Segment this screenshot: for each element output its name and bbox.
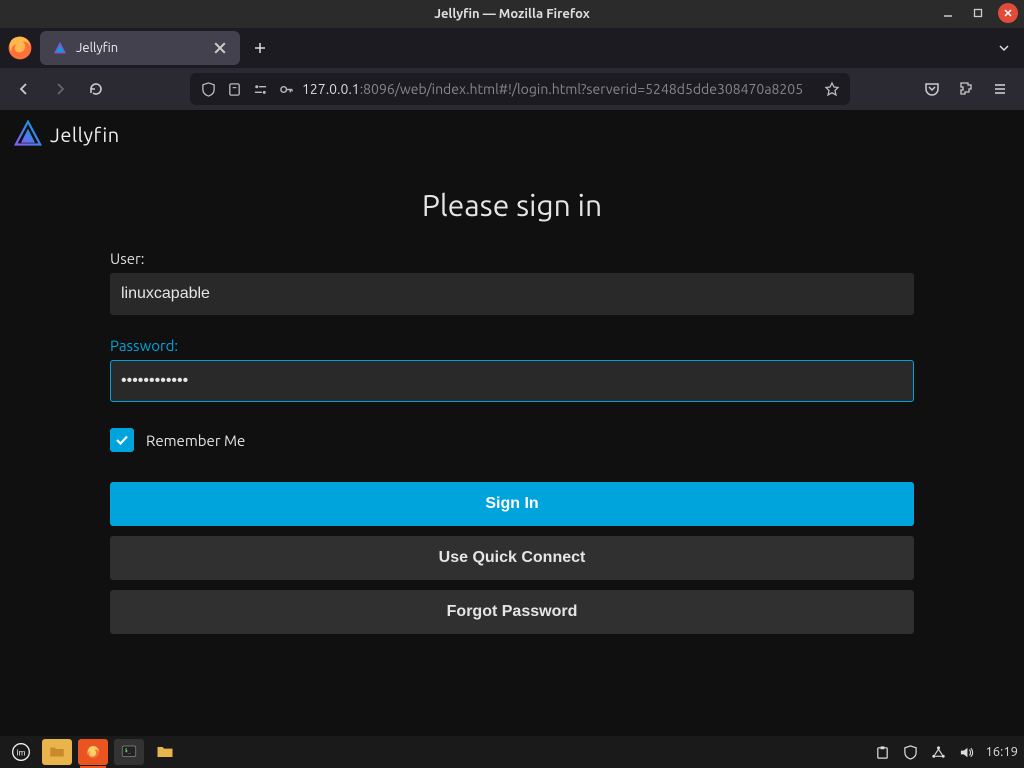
password-field: Password: bbox=[110, 337, 914, 402]
remember-me-checkbox[interactable] bbox=[110, 428, 134, 452]
extensions-icon[interactable] bbox=[950, 73, 982, 105]
taskbar-folder-icon[interactable] bbox=[150, 739, 180, 765]
new-tab-button[interactable] bbox=[246, 34, 274, 62]
tray-shield-icon[interactable] bbox=[901, 743, 919, 761]
page-info-icon[interactable] bbox=[222, 77, 246, 101]
tab-close-button[interactable] bbox=[212, 40, 228, 56]
svg-text:lm: lm bbox=[17, 747, 26, 757]
firefox-icon bbox=[6, 34, 34, 62]
jellyfin-header: Jellyfin bbox=[0, 110, 1024, 158]
remember-me-label: Remember Me bbox=[146, 432, 245, 449]
quick-connect-button[interactable]: Use Quick Connect bbox=[110, 536, 914, 580]
browser-tab[interactable]: Jellyfin bbox=[40, 31, 240, 65]
sign-in-button[interactable]: Sign In bbox=[110, 482, 914, 526]
url-text: 127.0.0.1:8096/web/index.html#!/login.ht… bbox=[302, 81, 816, 97]
remember-me-row: Remember Me bbox=[110, 428, 914, 452]
user-field: User: bbox=[110, 250, 914, 315]
window-close-button[interactable] bbox=[998, 3, 1018, 23]
app-menu-button[interactable] bbox=[984, 73, 1016, 105]
jellyfin-logo: Jellyfin bbox=[14, 120, 120, 148]
user-label: User: bbox=[110, 250, 914, 267]
start-menu-button[interactable]: lm bbox=[6, 739, 36, 765]
login-heading: Please sign in bbox=[110, 188, 914, 222]
window-maximize-button[interactable] bbox=[968, 3, 988, 23]
password-key-icon[interactable] bbox=[274, 77, 298, 101]
bookmark-star-icon[interactable] bbox=[820, 77, 844, 101]
window-minimize-button[interactable] bbox=[938, 3, 958, 23]
shield-icon[interactable] bbox=[196, 77, 220, 101]
network-icon[interactable] bbox=[929, 743, 947, 761]
pocket-icon[interactable] bbox=[916, 73, 948, 105]
window-title: Jellyfin — Mozilla Firefox bbox=[434, 7, 590, 21]
svg-text:$_: $_ bbox=[125, 748, 132, 754]
jellyfin-favicon-icon bbox=[52, 40, 68, 56]
taskbar-firefox-icon[interactable] bbox=[78, 739, 108, 765]
tab-title: Jellyfin bbox=[76, 41, 118, 55]
window-titlebar: Jellyfin — Mozilla Firefox bbox=[0, 0, 1024, 28]
taskbar-files-icon[interactable] bbox=[42, 739, 72, 765]
check-icon bbox=[114, 432, 130, 448]
volume-icon[interactable] bbox=[957, 743, 975, 761]
jellyfin-brand: Jellyfin bbox=[50, 123, 120, 146]
taskbar-clock[interactable]: 16:19 bbox=[985, 745, 1018, 759]
url-path: :8096/web/index.html#!/login.html?server… bbox=[360, 81, 803, 97]
clipboard-icon[interactable] bbox=[873, 743, 891, 761]
forgot-password-button[interactable]: Forgot Password bbox=[110, 590, 914, 634]
permissions-icon[interactable] bbox=[248, 77, 272, 101]
password-input[interactable] bbox=[110, 360, 914, 402]
nav-back-button[interactable] bbox=[8, 73, 40, 105]
password-label: Password: bbox=[110, 337, 914, 354]
tabs-dropdown-button[interactable] bbox=[990, 34, 1018, 62]
login-form: Please sign in User: Password: Remember … bbox=[110, 188, 914, 644]
jellyfin-logo-icon bbox=[14, 120, 42, 148]
url-host: 127.0.0.1 bbox=[302, 81, 360, 97]
nav-forward-button[interactable] bbox=[44, 73, 76, 105]
browser-tabstrip: Jellyfin bbox=[0, 28, 1024, 68]
taskbar-terminal-icon[interactable]: $_ bbox=[114, 739, 144, 765]
url-bar[interactable]: 127.0.0.1:8096/web/index.html#!/login.ht… bbox=[190, 73, 850, 105]
desktop-taskbar: lm $_ 16:19 bbox=[0, 736, 1024, 768]
page-content: Jellyfin Please sign in User: Password: … bbox=[0, 110, 1024, 736]
nav-reload-button[interactable] bbox=[80, 73, 112, 105]
browser-navbar: 127.0.0.1:8096/web/index.html#!/login.ht… bbox=[0, 68, 1024, 110]
user-input[interactable] bbox=[110, 273, 914, 315]
